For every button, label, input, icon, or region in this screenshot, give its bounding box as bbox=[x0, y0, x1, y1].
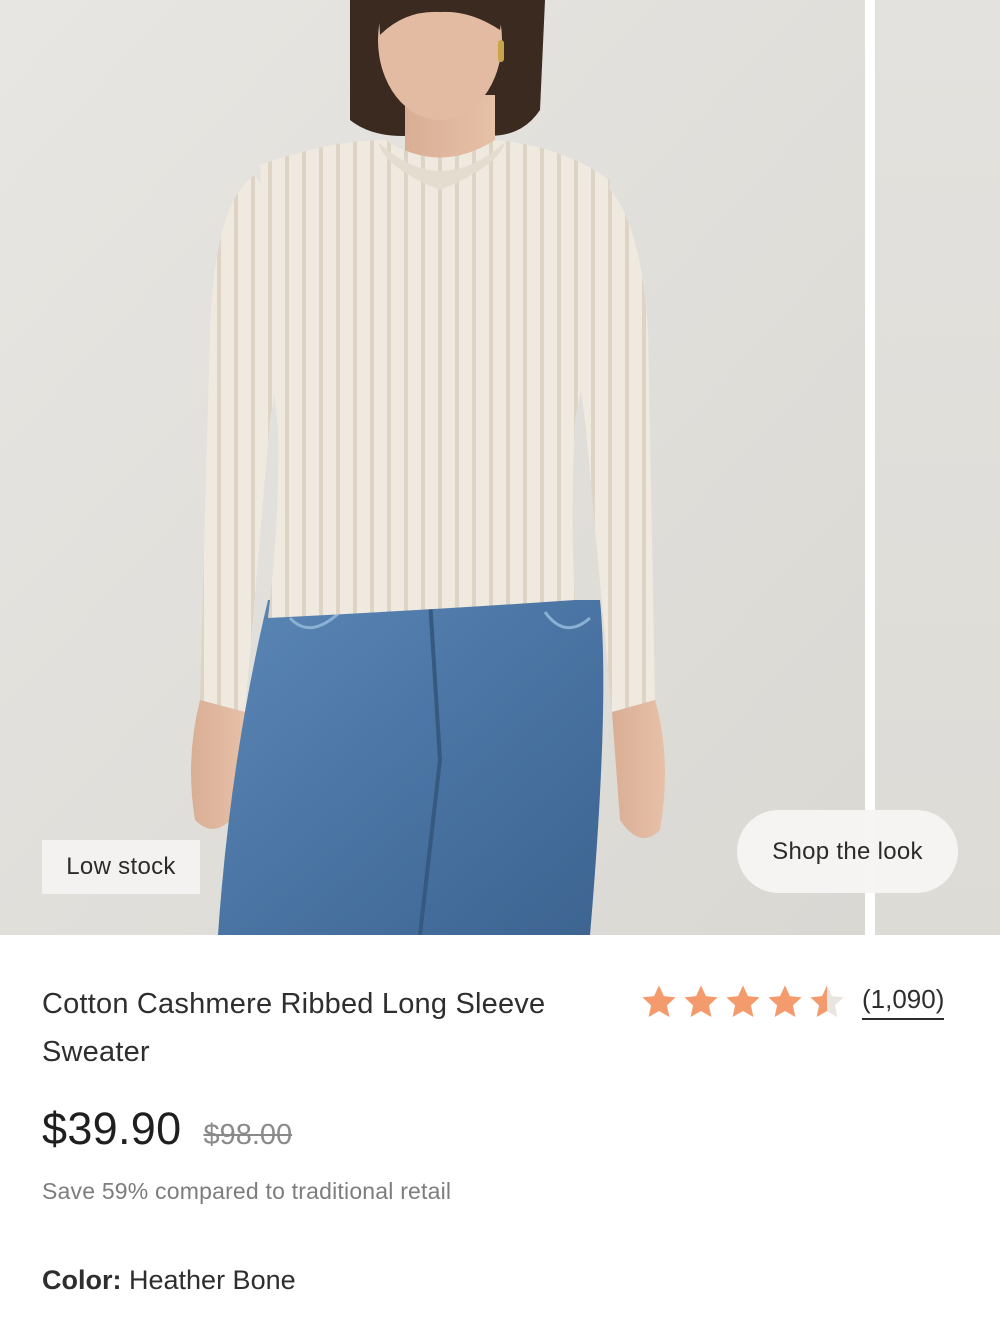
savings-text: Save 59% compared to traditional retail bbox=[42, 1178, 452, 1204]
rating-stars bbox=[640, 983, 846, 1021]
product-title: Cotton Cashmere Ribbed Long Sleeve Sweat… bbox=[42, 988, 546, 1068]
star-full-icon bbox=[684, 985, 718, 1018]
sale-price: $39.90 bbox=[42, 1103, 182, 1154]
star-full-icon bbox=[768, 985, 802, 1018]
image-carousel[interactable]: Low stock Shop the look bbox=[0, 0, 1000, 935]
star-full-icon bbox=[642, 985, 676, 1018]
color-selection: Color: Heather Bone bbox=[42, 1265, 296, 1296]
rating-summary[interactable]: (1,090) bbox=[640, 981, 945, 1023]
shop-the-look-button[interactable]: Shop the look bbox=[737, 810, 958, 893]
low-stock-badge: Low stock bbox=[42, 840, 200, 894]
price-row: $39.90 $98.00 bbox=[42, 1103, 292, 1155]
review-count-link[interactable]: (1,090) bbox=[862, 984, 945, 1020]
star-full-icon bbox=[726, 985, 760, 1018]
model-photo bbox=[0, 0, 865, 935]
product-page: Low stock Shop the look Cotton Cashmere … bbox=[0, 0, 1000, 1333]
product-info: Cotton Cashmere Ribbed Long Sleeve Sweat… bbox=[0, 935, 1000, 1333]
color-value: Heather Bone bbox=[129, 1265, 296, 1295]
original-price: $98.00 bbox=[203, 1119, 293, 1151]
star-half-icon bbox=[810, 985, 844, 1018]
carousel-divider bbox=[865, 0, 875, 935]
color-label: Color: bbox=[42, 1265, 122, 1295]
next-image-peek[interactable] bbox=[875, 0, 1000, 935]
product-image[interactable] bbox=[0, 0, 865, 935]
